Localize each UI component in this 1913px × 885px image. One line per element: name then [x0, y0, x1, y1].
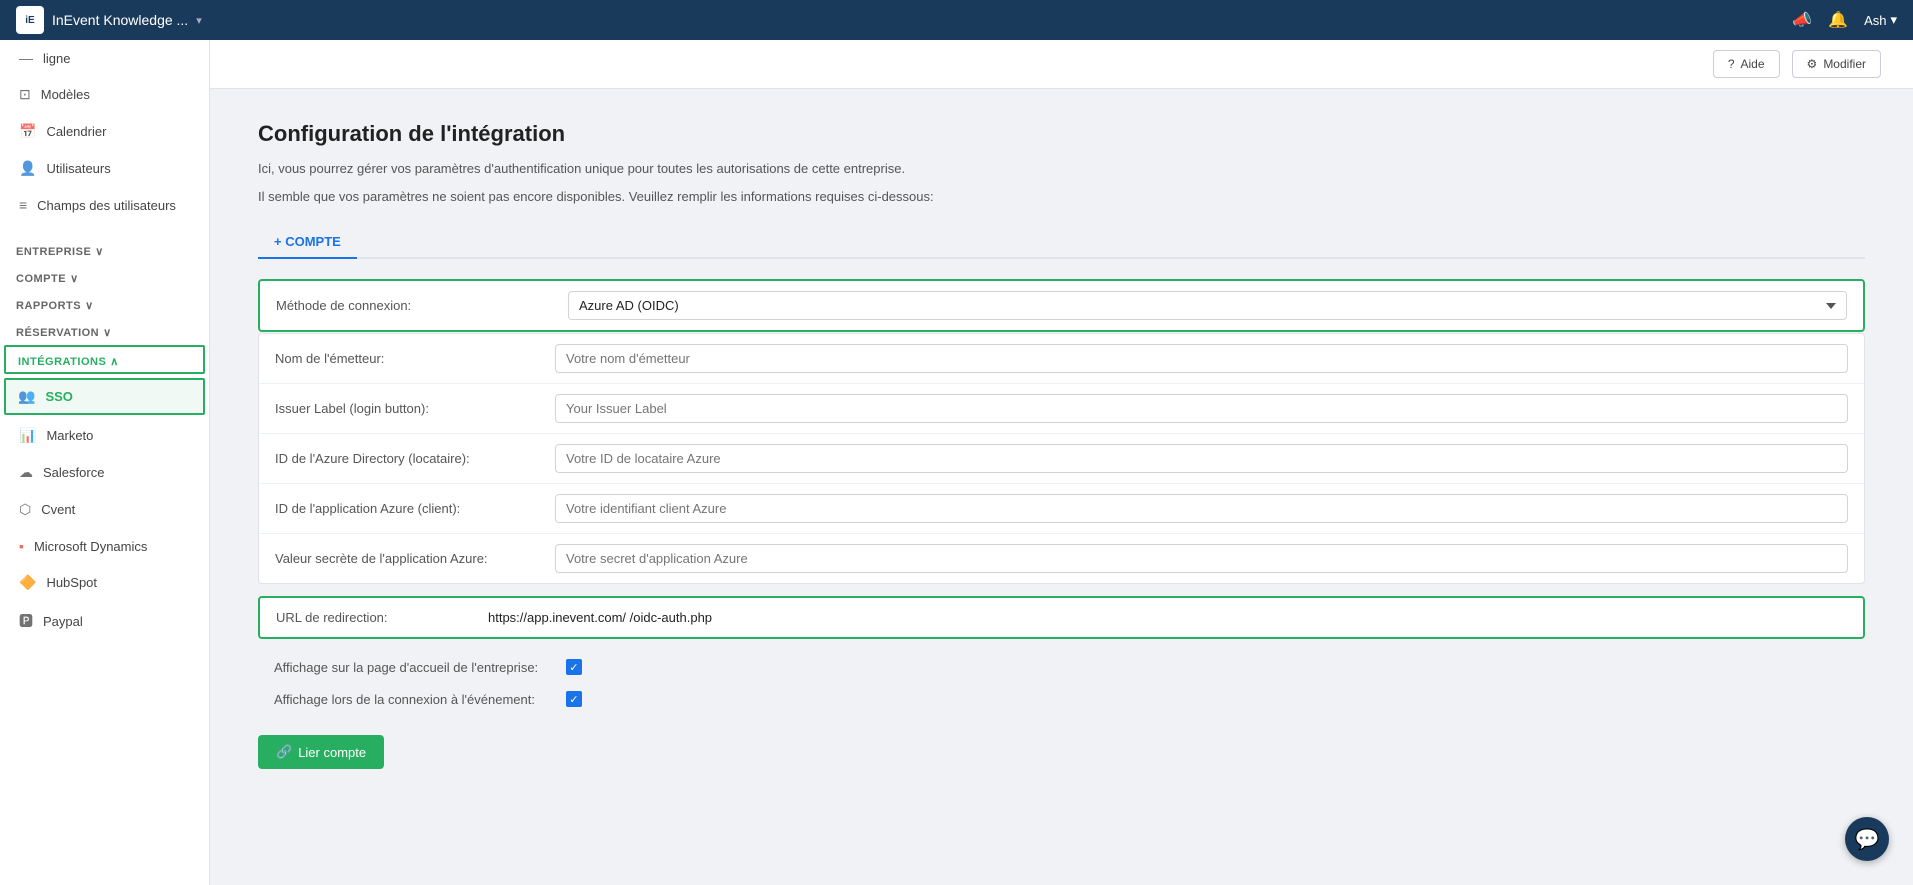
chat-bubble[interactable]: 💬: [1845, 817, 1889, 861]
compte-chevron-icon: ∨: [70, 272, 79, 285]
topbar-left: iE InEvent Knowledge ... ▾: [16, 6, 202, 34]
azure-app-row: ID de l'application Azure (client):: [259, 484, 1864, 534]
integrations-chevron-icon: ∧: [110, 355, 119, 368]
azure-dir-row: ID de l'Azure Directory (locataire):: [259, 434, 1864, 484]
user-menu[interactable]: Ash ▾: [1864, 12, 1897, 28]
sidebar-item-champs[interactable]: ≡ Champs des utilisateurs: [0, 187, 209, 223]
affichage-accueil-row: Affichage sur la page d'accueil de l'ent…: [258, 651, 1865, 683]
sidebar-item-hubspot[interactable]: 🔶 HubSpot: [0, 564, 209, 601]
marketo-icon: 📊: [19, 427, 36, 444]
toolbar: ? Aide ⚙ Modifier: [210, 40, 1913, 89]
affichage-connexion-row: Affichage lors de la connexion à l'événe…: [258, 683, 1865, 715]
form-fields-group: Nom de l'émetteur: Issuer Label (login b…: [258, 333, 1865, 584]
topbar: iE InEvent Knowledge ... ▾ 📣 🔔 Ash ▾: [0, 0, 1913, 40]
issuer-label-field-label: Issuer Label (login button):: [275, 401, 555, 416]
page-desc2: Il semble que vos paramètres ne soient p…: [258, 187, 1865, 207]
login-method-select[interactable]: Azure AD (OIDC) SAML 2.0 Google OAuth Cu…: [568, 291, 1847, 320]
redirect-value: https://app.inevent.com/ /oidc-auth.php: [488, 610, 712, 625]
tab-compte[interactable]: + COMPTE: [258, 226, 357, 259]
emetteur-input[interactable]: [555, 344, 1848, 373]
redirect-url-row: URL de redirection: https://app.inevent.…: [258, 596, 1865, 639]
chat-icon: 💬: [1855, 827, 1880, 852]
azure-secret-row: Valeur secrète de l'application Azure:: [259, 534, 1864, 583]
sso-icon: 👥: [18, 388, 35, 405]
cvent-icon: ⬡: [19, 501, 31, 518]
lier-icon: 🔗: [276, 744, 292, 760]
sidebar-item-cvent[interactable]: ⬡ Cvent: [0, 491, 209, 528]
champs-icon: ≡: [19, 197, 27, 213]
app-name: InEvent Knowledge ...: [52, 12, 188, 28]
rapports-chevron-icon: ∨: [85, 299, 94, 312]
notification-icon[interactable]: 🔔: [1828, 10, 1848, 30]
page-content: Configuration de l'intégration Ici, vous…: [210, 89, 1913, 885]
main-content: ? Aide ⚙ Modifier Configuration de l'int…: [210, 40, 1913, 885]
modifier-button[interactable]: ⚙ Modifier: [1792, 50, 1881, 78]
hubspot-icon: 🔶: [19, 574, 36, 591]
sidebar-item-marketo[interactable]: 📊 Marketo: [0, 417, 209, 454]
button-row: 🔗 Lier compte: [258, 735, 1865, 769]
tab-bar: + COMPTE: [258, 226, 1865, 259]
sidebar-item-ligne[interactable]: — ligne: [0, 40, 209, 76]
affichage-connexion-checkbox[interactable]: ✓: [566, 691, 582, 707]
topbar-right: 📣 🔔 Ash ▾: [1792, 10, 1897, 30]
affichage-connexion-label: Affichage lors de la connexion à l'événe…: [274, 692, 554, 707]
section-reservation[interactable]: RÉSERVATION ∨: [0, 316, 209, 343]
modeles-icon: ⊡: [19, 86, 31, 103]
section-compte[interactable]: COMPTE ∨: [0, 262, 209, 289]
section-integrations[interactable]: INTÉGRATIONS ∧: [4, 345, 205, 374]
azure-dir-label: ID de l'Azure Directory (locataire):: [275, 451, 555, 466]
sidebar-item-calendrier[interactable]: 📅 Calendrier: [0, 113, 209, 150]
azure-dir-input[interactable]: [555, 444, 1848, 473]
calendrier-icon: 📅: [19, 123, 36, 140]
microsoft-icon: ▪: [19, 538, 24, 554]
login-method-label: Méthode de connexion:: [276, 298, 556, 313]
layout: — ligne ⊡ Modèles 📅 Calendrier 👤 Utilisa…: [0, 40, 1913, 885]
issuer-label-input[interactable]: [555, 394, 1848, 423]
section-entreprise[interactable]: ENTREPRISE ∨: [0, 235, 209, 262]
utilisateurs-icon: 👤: [19, 160, 36, 177]
modifier-icon: ⚙: [1807, 57, 1818, 71]
salesforce-icon: ☁: [19, 464, 33, 481]
sidebar-item-sso[interactable]: 👥 SSO: [4, 378, 205, 415]
app-logo: iE: [16, 6, 44, 34]
azure-app-label: ID de l'application Azure (client):: [275, 501, 555, 516]
emetteur-row: Nom de l'émetteur:: [259, 334, 1864, 384]
section-rapports[interactable]: RAPPORTS ∨: [0, 289, 209, 316]
user-name: Ash: [1864, 13, 1886, 28]
emetteur-label: Nom de l'émetteur:: [275, 351, 555, 366]
sidebar-item-paypal[interactable]: 🅿 Paypal: [0, 601, 209, 641]
affichage-accueil-checkbox[interactable]: ✓: [566, 659, 582, 675]
sidebar-item-modeles[interactable]: ⊡ Modèles: [0, 76, 209, 113]
affichage-accueil-label: Affichage sur la page d'accueil de l'ent…: [274, 660, 554, 675]
azure-secret-input[interactable]: [555, 544, 1848, 573]
entreprise-chevron-icon: ∨: [95, 245, 104, 258]
user-chevron-icon: ▾: [1890, 12, 1897, 28]
login-method-row: Méthode de connexion: Azure AD (OIDC) SA…: [258, 279, 1865, 332]
page-desc1: Ici, vous pourrez gérer vos paramètres d…: [258, 159, 1865, 179]
azure-secret-label: Valeur secrète de l'application Azure:: [275, 551, 555, 566]
reservation-chevron-icon: ∨: [103, 326, 112, 339]
sidebar-item-utilisateurs[interactable]: 👤 Utilisateurs: [0, 150, 209, 187]
aide-icon: ?: [1728, 57, 1735, 71]
sidebar-item-microsoft-dynamics[interactable]: ▪ Microsoft Dynamics: [0, 528, 209, 564]
azure-app-input[interactable]: [555, 494, 1848, 523]
redirect-label: URL de redirection:: [276, 610, 476, 625]
sidebar-item-salesforce[interactable]: ☁ Salesforce: [0, 454, 209, 491]
ligne-icon: —: [19, 50, 33, 66]
aide-button[interactable]: ? Aide: [1713, 50, 1780, 78]
app-chevron-icon[interactable]: ▾: [196, 14, 202, 27]
sidebar: — ligne ⊡ Modèles 📅 Calendrier 👤 Utilisa…: [0, 40, 210, 885]
issuer-label-row: Issuer Label (login button):: [259, 384, 1864, 434]
paypal-icon: 🅿: [19, 611, 33, 631]
megaphone-icon[interactable]: 📣: [1792, 10, 1812, 30]
page-title: Configuration de l'intégration: [258, 121, 1865, 147]
lier-compte-button[interactable]: 🔗 Lier compte: [258, 735, 384, 769]
